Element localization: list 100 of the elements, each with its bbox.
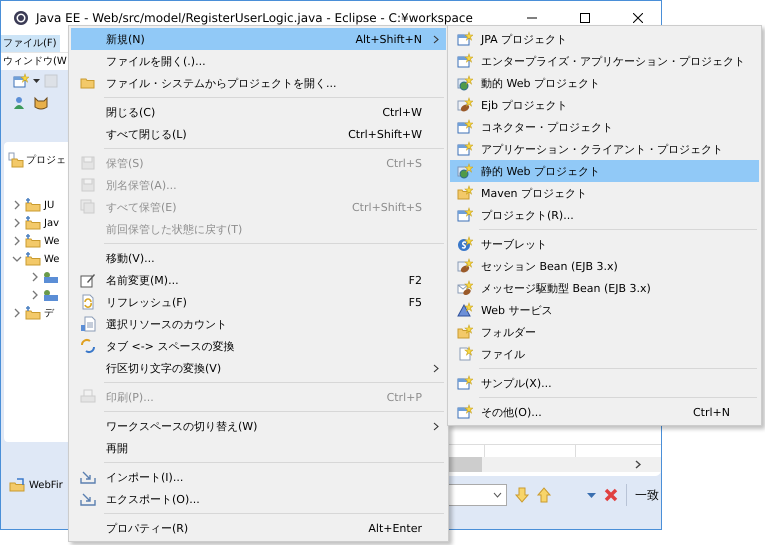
search-combo-box[interactable]	[447, 484, 507, 506]
expand-icon[interactable]	[30, 272, 40, 282]
expand-icon[interactable]	[30, 290, 40, 300]
dropdown-icon[interactable]	[33, 79, 40, 83]
menu-item[interactable]: Web サービス	[450, 299, 759, 321]
project-icon	[25, 233, 41, 249]
rename-icon	[80, 272, 96, 288]
menu-item[interactable]: タブ <-> スペースの変換	[71, 335, 446, 357]
menu-item[interactable]: その他(O)... Ctrl+N	[450, 401, 759, 423]
menu-item[interactable]: 新規(N) Alt+Shift+N	[71, 28, 446, 50]
menu-item[interactable]: リフレッシュ(F) F5	[71, 291, 446, 313]
tree-item[interactable]: Jav	[44, 218, 59, 228]
project-icon	[25, 251, 41, 267]
menu-item[interactable]: サンプル(X)...	[450, 372, 759, 394]
window-icon	[456, 375, 472, 391]
window-icon	[456, 404, 472, 420]
package-icon	[43, 269, 59, 285]
envelope-icon	[456, 280, 472, 296]
package-explorer-icon	[8, 152, 24, 168]
view-tab[interactable]: プロジェ	[26, 153, 66, 167]
project-icon	[25, 215, 41, 231]
chevron-down-icon	[493, 492, 502, 498]
servlet-icon	[456, 236, 472, 252]
window-title: Java EE - Web/src/model/RegisterUserLogic.java - Eclipse - C:¥workspace	[36, 11, 474, 25]
menu-item[interactable]: 行区切り文字の変換(V)	[71, 357, 446, 379]
printer-icon	[80, 389, 96, 405]
expand-icon[interactable]	[12, 308, 22, 318]
expand-icon[interactable]	[12, 218, 22, 228]
scroll-right-icon[interactable]	[635, 460, 641, 469]
menu-item[interactable]: Maven プロジェクト	[450, 182, 759, 204]
match-label: 一致	[635, 486, 659, 504]
menu-item[interactable]: 移動(V)...	[71, 247, 446, 269]
save-all-icon	[80, 199, 96, 215]
bean-icon	[456, 258, 472, 274]
menu-item[interactable]: コネクター・プロジェクト	[450, 116, 759, 138]
menu-item[interactable]: 動的 Web プロジェクト	[450, 72, 759, 94]
tree-item[interactable]: We	[44, 236, 60, 246]
menu-item[interactable]: エンタープライズ・アプリケーション・プロジェクト	[450, 50, 759, 72]
cat-icon[interactable]	[33, 95, 49, 111]
menu-item[interactable]: プロジェクト(R)...	[450, 204, 759, 226]
new-window-icon[interactable]	[13, 73, 29, 89]
menu-item[interactable]: 閉じる(C) Ctrl+W	[71, 101, 446, 123]
expand-icon[interactable]	[12, 200, 22, 210]
shortcut-text: F5	[408, 296, 422, 308]
project-icon	[25, 197, 41, 213]
web-service-icon	[456, 302, 472, 318]
menu-item[interactable]: ワークスペースの切り替え(W)	[71, 415, 446, 437]
shortcut-text: Ctrl+N	[692, 406, 730, 418]
scroll-thumb[interactable]	[447, 457, 482, 472]
menu-item[interactable]: ファイル	[450, 343, 759, 365]
menu-item[interactable]: インポート(I)...	[71, 466, 446, 488]
menu-item[interactable]: Ejb プロジェクト	[450, 94, 759, 116]
tree-item[interactable]: We	[44, 254, 60, 264]
menu-item[interactable]: すべて閉じる(L) Ctrl+Shift+W	[71, 123, 446, 145]
menu-item[interactable]: メッセージ駆動型 Bean (EJB 3.x)	[450, 277, 759, 299]
shortcut-text: F2	[408, 274, 422, 286]
window-icon	[456, 207, 472, 223]
tree-item[interactable]: JU	[44, 200, 54, 210]
globe-icon	[456, 163, 472, 179]
collapse-icon[interactable]	[12, 254, 22, 264]
horizontal-scrollbar[interactable]	[447, 457, 661, 472]
window-icon	[456, 53, 472, 69]
status-label: WebFir	[29, 480, 63, 490]
tree-item[interactable]: デ	[44, 306, 54, 320]
shortcut-text: Ctrl+Shift+S	[352, 200, 422, 214]
refresh-icon	[80, 294, 96, 310]
menu-item[interactable]: プロパティー(R) Alt+Enter	[71, 517, 446, 539]
web-project-icon	[9, 477, 25, 493]
menu-item[interactable]: JPA プロジェクト	[450, 28, 759, 50]
menu-item[interactable]: アプリケーション・クライアント・プロジェクト	[450, 138, 759, 160]
close-icon	[633, 13, 643, 23]
menu-item[interactable]: 名前変更(M)... F2	[71, 269, 446, 291]
tray-icon	[80, 469, 96, 485]
menu-item[interactable]: フォルダー	[450, 321, 759, 343]
package-icon	[43, 287, 59, 303]
shortcut-text: Alt+Enter	[368, 522, 422, 534]
menu-item[interactable]: 選択リソースのカウント	[71, 313, 446, 335]
document-icon	[80, 316, 96, 332]
bean-icon	[456, 97, 472, 113]
menu-item[interactable]: 再開	[71, 437, 446, 459]
save-icon	[80, 155, 96, 171]
menu-item[interactable]: サーブレット	[450, 233, 759, 255]
menu-item[interactable]: セッション Bean (EJB 3.x)	[450, 255, 759, 277]
menu-bar-item[interactable]: ウィンドウ(W	[1, 53, 70, 70]
shortcut-text: Ctrl+S	[386, 156, 422, 170]
menu-item[interactable]: エクスポート(O)...	[71, 488, 446, 510]
shortcut-text: Ctrl+P	[386, 390, 422, 404]
save-icon	[80, 177, 96, 193]
menu-item[interactable]: ファイル・システムからプロジェクトを開く...	[71, 72, 446, 94]
folder-icon	[456, 324, 472, 340]
app-icon	[13, 10, 29, 26]
menu-item[interactable]: ファイルを開く(.)...	[71, 50, 446, 72]
menu-bar-item[interactable]: ファイル(F)	[1, 35, 60, 52]
window-icon	[456, 141, 472, 157]
menu-item[interactable]: 静的 Web プロジェクト	[450, 160, 759, 182]
clear-icon[interactable]	[604, 488, 618, 502]
maximize-icon	[580, 13, 590, 23]
project-icon	[25, 305, 41, 321]
folder-icon	[456, 185, 472, 201]
expand-icon[interactable]	[12, 236, 22, 246]
